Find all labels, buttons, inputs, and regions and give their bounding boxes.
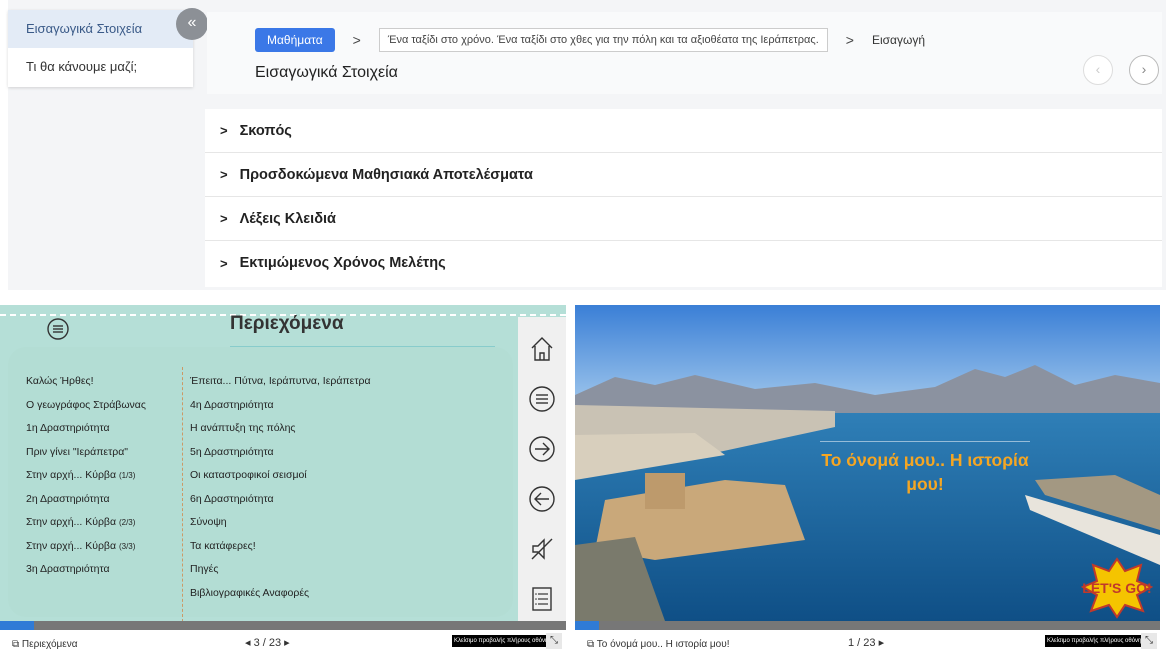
breadcrumb: Μαθήματα > Ένα ταξίδι στο χρόνο. Ένα ταξ…	[255, 28, 925, 52]
accordion-label: Σκοπός	[239, 122, 292, 139]
contents-link[interactable]: Στην αρχή... Κύρβα (3/3)	[26, 540, 146, 564]
breadcrumb-current: Εισαγωγή	[871, 33, 926, 47]
page-title: Εισαγωγικά Στοιχεία	[255, 64, 398, 81]
sidebar-item-together[interactable]: Τι θα κάνουμε μαζί;	[8, 48, 193, 86]
contents-link[interactable]: Ο γεωγράφος Στράβωνας	[26, 399, 146, 423]
slide-counter[interactable]: 1 / 23 ▸	[848, 636, 884, 649]
accordion-label: Εκτιμώμενος Χρόνος Μελέτης	[239, 255, 446, 271]
slide-footer-label: ⧉ Περιεχόμενα	[12, 639, 78, 650]
contents-link[interactable]: Καλώς Ήρθες!	[26, 375, 146, 399]
slide-progress-bar[interactable]	[575, 621, 1160, 630]
next-page-button[interactable]: ›	[1129, 55, 1159, 85]
contents-link[interactable]: 2η Δραστηριότητα	[26, 493, 146, 517]
lets-go-badge: LET'S GO!	[1081, 557, 1153, 619]
contents-link[interactable]: Πριν γίνει "Ιεράπετρα"	[26, 446, 146, 470]
sidebar-item-intro[interactable]: Εισαγωγικά Στοιχεία	[8, 10, 193, 48]
accordion: > Σκοπός > Προσδοκώμενα Μαθησιακά Αποτελ…	[205, 109, 1162, 287]
fullscreen-label[interactable]: Κλείσιμο προβολής πλήρους οθόνης	[452, 635, 554, 647]
arrow-right-icon[interactable]	[528, 435, 556, 463]
contents-column-1: Καλώς Ήρθες! Ο γεωγράφος Στράβωνας 1η Δρ…	[26, 375, 146, 587]
contents-link[interactable]: Στην αρχή... Κύρβα (2/3)	[26, 516, 146, 540]
svg-text:LET'S GO!: LET'S GO!	[1082, 580, 1151, 596]
slide-footer: ⧉ Το όνομά μου.. Η ιστορία μου! 1 / 23 ▸…	[575, 633, 1160, 651]
prev-page-button[interactable]: ‹	[1083, 55, 1113, 85]
list-icon[interactable]	[528, 585, 556, 613]
home-icon[interactable]	[528, 335, 556, 363]
chevron-right-icon: >	[845, 32, 854, 48]
breadcrumb-courses-button[interactable]: Μαθήματα	[255, 28, 335, 52]
content-header: Μαθήματα > Ένα ταξίδι στο χρόνο. Ένα ταξ…	[207, 12, 1162, 94]
fullscreen-label[interactable]: Κλείσιμο προβολής πλήρους οθόνης	[1045, 635, 1147, 647]
sidebar: Εισαγωγικά Στοιχεία Τι θα κάνουμε μαζί;	[8, 10, 193, 87]
slide-progress-bar[interactable]	[0, 621, 566, 630]
exit-fullscreen-icon[interactable]: ⤡	[546, 633, 562, 649]
slide-footer-label: ⧉ Το όνομά μου.. Η ιστορία μου!	[587, 639, 730, 650]
accordion-item-keywords[interactable]: > Λέξεις Κλειδιά	[205, 197, 1162, 241]
contents-link[interactable]: Πηγές	[190, 563, 371, 587]
accordion-label: Προσδοκώμενα Μαθησιακά Αποτελέσματα	[239, 166, 533, 183]
chevron-right-icon: >	[220, 167, 228, 182]
column-divider	[182, 367, 183, 622]
contents-link[interactable]: Οι καταστροφικοί σεισμοί	[190, 469, 371, 493]
contents-link[interactable]: 6η Δραστηριότητα	[190, 493, 371, 517]
contents-link[interactable]: Σύνοψη	[190, 516, 371, 540]
contents-slide: Περιεχόμενα Καλώς Ήρθες! Ο γεωγράφος Στρ…	[0, 305, 566, 651]
contents-link[interactable]: Τα κατάφερες!	[190, 540, 371, 564]
contents-link[interactable]: Στην αρχή... Κύρβα (1/3)	[26, 469, 146, 493]
title-underline	[230, 346, 495, 347]
contents-link[interactable]: Βιβλιογραφικές Αναφορές	[190, 587, 371, 611]
slide-caption: Το όνομά μου.. Η ιστορία μου!	[821, 450, 1029, 494]
contents-link[interactable]: Η ανάπτυξη της πόλης	[190, 422, 371, 446]
accordion-item-study-time[interactable]: > Εκτιμώμενος Χρόνος Μελέτης	[205, 241, 1162, 285]
chevron-right-icon: >	[352, 32, 361, 48]
caption-line	[820, 441, 1030, 442]
contents-link[interactable]: 4η Δραστηριότητα	[190, 399, 371, 423]
slide-footer: ⧉ Περιεχόμενα ◂ 3 / 23 ▸ Κλείσιμο προβολ…	[0, 633, 566, 651]
accordion-label: Λέξεις Κλειδιά	[239, 210, 336, 227]
slide-nav-bar	[518, 317, 566, 621]
accordion-item-learning-outcomes[interactable]: > Προσδοκώμενα Μαθησιακά Αποτελέσματα	[205, 153, 1162, 197]
breadcrumb-course-link[interactable]: Ένα ταξίδι στο χρόνο. Ένα ταξίδι στο χθε…	[378, 28, 828, 52]
photo-slide: Το όνομά μου.. Η ιστορία μου! LET'S GO! …	[575, 305, 1160, 651]
collapse-sidebar-button[interactable]: «	[176, 8, 208, 40]
contents-link[interactable]: 3η Δραστηριότητα	[26, 563, 146, 587]
contents-link[interactable]: 1η Δραστηριότητα	[26, 422, 146, 446]
accordion-item-purpose[interactable]: > Σκοπός	[205, 109, 1162, 153]
contents-column-2: Έπειτα... Πύτνα, Ιεράπυτνα, Ιεράπετρα 4η…	[190, 375, 371, 610]
chevron-right-icon: >	[220, 123, 228, 138]
exit-fullscreen-icon[interactable]: ⤡	[1141, 633, 1157, 649]
menu-icon[interactable]	[46, 317, 70, 341]
slide-counter[interactable]: ◂ 3 / 23 ▸	[245, 636, 290, 649]
mute-icon[interactable]	[528, 535, 556, 563]
menu-icon[interactable]	[528, 385, 556, 413]
arrow-left-icon[interactable]	[528, 485, 556, 513]
contents-link[interactable]: Έπειτα... Πύτνα, Ιεράπυτνα, Ιεράπετρα	[190, 375, 371, 399]
chevron-right-icon: >	[220, 211, 228, 226]
page: Εισαγωγικά Στοιχεία Τι θα κάνουμε μαζί; …	[0, 0, 1166, 651]
slide-title: Περιεχόμενα	[230, 313, 344, 334]
contents-link[interactable]: 5η Δραστηριότητα	[190, 446, 371, 470]
chevron-right-icon: >	[220, 255, 228, 271]
